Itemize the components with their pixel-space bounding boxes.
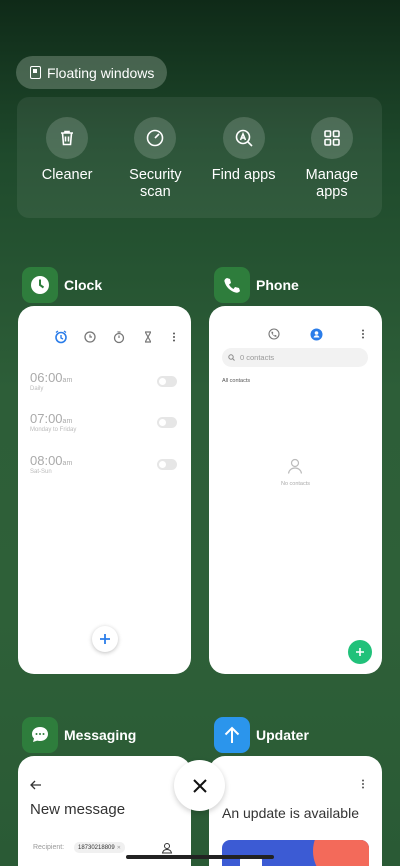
alarm-ampm: am bbox=[62, 377, 73, 384]
messaging-app-icon bbox=[22, 717, 58, 753]
alarm-repeat: Sat-Sun bbox=[30, 469, 52, 475]
floating-windows-button[interactable]: Floating windows bbox=[16, 56, 167, 89]
grid-icon bbox=[310, 117, 353, 159]
search-icon bbox=[228, 354, 235, 361]
floating-windows-label: Floating windows bbox=[47, 64, 155, 81]
updater-app-header[interactable]: Updater bbox=[214, 717, 309, 753]
person-icon bbox=[287, 458, 303, 474]
updater-app-icon bbox=[214, 717, 250, 753]
phone-app-icon bbox=[214, 267, 250, 303]
search-a-icon bbox=[222, 117, 265, 159]
clock-app-icon bbox=[22, 267, 58, 303]
home-indicator[interactable] bbox=[126, 855, 274, 859]
tool-find-apps[interactable]: Find apps bbox=[202, 117, 286, 218]
alarm-time: 07:00 bbox=[30, 411, 63, 426]
messaging-app-header[interactable]: Messaging bbox=[22, 717, 136, 753]
all-contacts-label: All contacts bbox=[222, 378, 251, 384]
plus-icon bbox=[100, 634, 110, 644]
phone-app-title: Phone bbox=[256, 277, 299, 293]
quick-tools-panel: Cleaner Security scan Find apps Manage a… bbox=[17, 97, 382, 218]
updater-app-card[interactable]: An update is available bbox=[209, 756, 382, 866]
more-icon[interactable] bbox=[167, 330, 181, 344]
alarm-toggle[interactable] bbox=[157, 417, 177, 428]
recipient-label: Recipient: bbox=[33, 844, 65, 851]
plus-icon bbox=[356, 648, 364, 656]
back-arrow-icon[interactable] bbox=[30, 780, 42, 790]
tool-label: Security scan bbox=[129, 167, 182, 200]
tool-label: Find apps bbox=[211, 167, 276, 183]
more-icon[interactable] bbox=[358, 778, 368, 790]
tool-label: Cleaner bbox=[41, 167, 93, 183]
speed-icon bbox=[134, 117, 177, 159]
alarm-repeat: Daily bbox=[30, 386, 44, 392]
updater-app-title: Updater bbox=[256, 727, 309, 743]
messaging-app-title: Messaging bbox=[64, 727, 137, 743]
tool-cleaner[interactable]: Cleaner bbox=[25, 117, 109, 218]
world-clock-tab-icon[interactable] bbox=[83, 330, 97, 344]
floating-window-icon bbox=[30, 66, 41, 79]
recipient-chip[interactable]: 18730218809 ✕ bbox=[74, 842, 125, 853]
remove-recipient-icon[interactable]: ✕ bbox=[117, 845, 121, 851]
trash-icon bbox=[46, 117, 89, 159]
alarm-repeat: Monday to Friday bbox=[30, 427, 77, 433]
contacts-search-input[interactable]: 0 contacts bbox=[222, 348, 368, 367]
clock-app-header[interactable]: Clock bbox=[22, 267, 102, 303]
alarm-tab-icon[interactable] bbox=[54, 330, 68, 344]
update-banner-image bbox=[222, 840, 369, 866]
contacts-tab-icon[interactable] bbox=[310, 328, 323, 341]
clock-app-card[interactable]: 06:00am Daily 07:00am Monday to Friday 0… bbox=[18, 306, 191, 674]
no-contacts-text: No contacts bbox=[280, 481, 311, 487]
stopwatch-tab-icon[interactable] bbox=[112, 330, 126, 344]
alarm-toggle[interactable] bbox=[157, 376, 177, 387]
close-icon bbox=[192, 778, 207, 793]
add-contact-button[interactable] bbox=[348, 640, 372, 664]
clock-app-title: Clock bbox=[64, 277, 103, 293]
close-all-button[interactable] bbox=[174, 760, 225, 811]
alarm-ampm: am bbox=[62, 460, 73, 467]
recents-tab-icon[interactable] bbox=[268, 328, 280, 340]
tool-security-scan[interactable]: Security scan bbox=[113, 117, 197, 218]
update-available-heading: An update is available bbox=[222, 805, 359, 821]
alarm-ampm: am bbox=[62, 418, 73, 425]
messaging-app-card[interactable]: New message Recipient: 18730218809 ✕ bbox=[18, 756, 191, 866]
phone-app-header[interactable]: Phone bbox=[214, 267, 299, 303]
add-alarm-button[interactable] bbox=[92, 626, 118, 652]
alarm-time: 06:00 bbox=[30, 370, 63, 385]
contacts-search-placeholder: 0 contacts bbox=[240, 353, 275, 362]
phone-app-card[interactable]: 0 contacts All contacts No contacts bbox=[209, 306, 382, 674]
alarm-time: 08:00 bbox=[30, 453, 63, 468]
tool-manage-apps[interactable]: Manage apps bbox=[290, 117, 374, 218]
timer-tab-icon[interactable] bbox=[141, 330, 155, 344]
tool-label: Manage apps bbox=[305, 167, 359, 200]
new-message-heading: New message bbox=[30, 801, 126, 818]
recipient-value: 18730218809 bbox=[78, 844, 115, 851]
alarm-toggle[interactable] bbox=[157, 459, 177, 470]
contact-picker-icon[interactable] bbox=[161, 842, 173, 854]
more-icon[interactable] bbox=[357, 328, 369, 340]
